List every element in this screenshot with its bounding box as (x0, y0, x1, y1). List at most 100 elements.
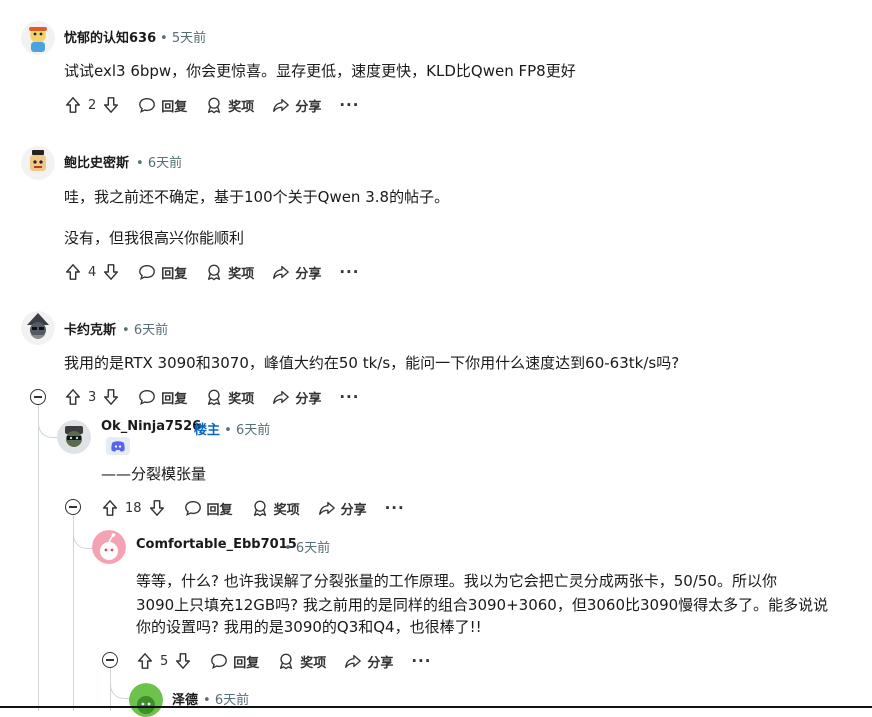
vote-count: 2 (88, 97, 97, 113)
comment-body: ——分裂模张量 (101, 465, 207, 483)
upvote-button[interactable] (64, 388, 82, 406)
share-button[interactable]: 分享 (272, 96, 321, 115)
award-button[interactable]: 奖项 (205, 263, 254, 282)
award-label: 奖项 (300, 655, 327, 671)
comment-username[interactable]: 忧郁的认知636 (64, 27, 156, 46)
comment-body: 3090上只填充12GB吗? 我之前用的是同样的组合3090+3060，但306… (136, 596, 829, 614)
avatar[interactable] (57, 420, 91, 454)
avatar[interactable] (21, 311, 55, 345)
comment-timestamp[interactable]: 6天前 (148, 156, 182, 171)
award-icon (208, 389, 221, 406)
share-label: 分享 (367, 655, 394, 671)
more-options-button[interactable]: ··· (339, 388, 359, 406)
award-icon (208, 97, 221, 114)
comment-actions: 2 回复 奖项 分享 ··· (64, 93, 377, 117)
bottom-divider (0, 706, 872, 708)
avatar[interactable] (21, 21, 55, 55)
award-button[interactable]: 奖项 (205, 96, 254, 115)
downvote-button[interactable] (102, 263, 120, 281)
downvote-button[interactable] (148, 499, 166, 517)
share-button[interactable]: 分享 (344, 652, 393, 671)
comment-actions: 5 回复 奖项 分享 ··· (136, 649, 449, 673)
reply-button[interactable]: 回复 (138, 96, 187, 115)
comment-username[interactable]: 鲍比史密斯 (64, 152, 129, 171)
upvote-button[interactable] (64, 96, 82, 114)
upvote-icon (65, 97, 81, 113)
award-label: 奖项 (228, 266, 255, 282)
collapse-thread-button[interactable] (30, 389, 46, 405)
share-arrow-icon (273, 265, 290, 279)
reply-label: 回复 (233, 655, 260, 671)
share-button[interactable]: 分享 (272, 388, 321, 407)
share-label: 分享 (295, 99, 322, 115)
avatar[interactable] (21, 146, 55, 180)
downvote-icon (104, 389, 119, 405)
reply-button[interactable]: 回复 (184, 499, 233, 518)
comment-timestamp[interactable]: 6天前 (236, 423, 270, 438)
reply-label: 回复 (206, 502, 233, 518)
collapse-thread-button[interactable] (102, 652, 118, 668)
share-arrow-icon (318, 501, 335, 515)
share-button[interactable]: 分享 (318, 499, 367, 518)
upvote-button[interactable] (101, 499, 119, 517)
meta-separator: • (136, 156, 144, 171)
comment-body: 我用的是RTX 3090和3070，峰值大约在50 tk/s，能问一下你用什么速… (64, 354, 680, 372)
reply-label: 回复 (161, 391, 188, 407)
share-button[interactable]: 分享 (272, 263, 321, 282)
downvote-button[interactable] (102, 388, 120, 406)
collapse-thread-button[interactable] (65, 499, 81, 515)
comment-meta: 楼主 • 6天前 (194, 419, 270, 438)
share-arrow-icon (273, 98, 290, 112)
thread-elbow-1 (38, 405, 59, 438)
more-options-button[interactable]: ··· (385, 499, 405, 517)
comment-username[interactable]: Comfortable_Ebb7015 (136, 537, 297, 552)
reply-button[interactable]: 回复 (138, 388, 187, 407)
share-label: 分享 (295, 266, 322, 282)
share-label: 分享 (340, 502, 367, 518)
reply-button[interactable]: 回复 (138, 263, 187, 282)
reply-button[interactable]: 回复 (210, 652, 259, 671)
comment-timestamp[interactable]: 5天前 (172, 31, 206, 46)
downvote-icon (104, 97, 119, 113)
more-options-button[interactable]: ··· (339, 263, 359, 281)
downvote-button[interactable] (102, 96, 120, 114)
comment-timestamp[interactable]: 6天前 (296, 541, 330, 556)
share-label: 分享 (295, 391, 322, 407)
avatar[interactable] (129, 683, 163, 717)
comment-body: 没有，但我很高兴你能顺利 (64, 229, 245, 247)
comment-body: 等等，什么? 也许我误解了分裂张量的工作原理。我以为它会把亡灵分成两张卡，50/… (136, 572, 777, 590)
upvote-icon (65, 389, 81, 405)
award-label: 奖项 (273, 502, 300, 518)
comment-username[interactable]: 卡约克斯 (64, 319, 116, 338)
downvote-icon (176, 653, 191, 669)
comment-actions: 4 回复 奖项 分享 ··· (64, 260, 377, 284)
comment-meta: • 6天前 (122, 319, 168, 338)
more-options-button[interactable]: ··· (411, 652, 431, 670)
share-arrow-icon (273, 390, 290, 404)
award-button[interactable]: 奖项 (277, 652, 326, 671)
award-label: 奖项 (228, 391, 255, 407)
award-button[interactable]: 奖项 (251, 499, 300, 518)
upvote-button[interactable] (136, 652, 154, 670)
comment-meta: • 5天前 (160, 27, 206, 46)
more-options-button[interactable]: ··· (339, 96, 359, 114)
vote-count: 4 (88, 264, 97, 280)
vote-count: 18 (125, 500, 142, 516)
award-button[interactable]: 奖项 (205, 388, 254, 407)
meta-separator: • (284, 541, 292, 556)
reply-bubble-icon (139, 98, 156, 114)
downvote-button[interactable] (174, 652, 192, 670)
upvote-button[interactable] (64, 263, 82, 281)
comment-actions: 3 回复 奖项 分享 ··· (64, 385, 377, 409)
reply-label: 回复 (161, 99, 188, 115)
upvote-icon (65, 264, 81, 280)
upvote-icon (102, 500, 118, 516)
reply-label: 回复 (161, 266, 188, 282)
comment-username[interactable]: Ok_Ninja7526 (101, 419, 201, 434)
comment-timestamp[interactable]: 6天前 (134, 323, 168, 338)
discord-icon (111, 440, 125, 452)
downvote-icon (104, 264, 119, 280)
thread-elbow-2 (73, 516, 94, 549)
avatar[interactable] (92, 530, 126, 564)
thread-line-level2 (73, 516, 74, 711)
